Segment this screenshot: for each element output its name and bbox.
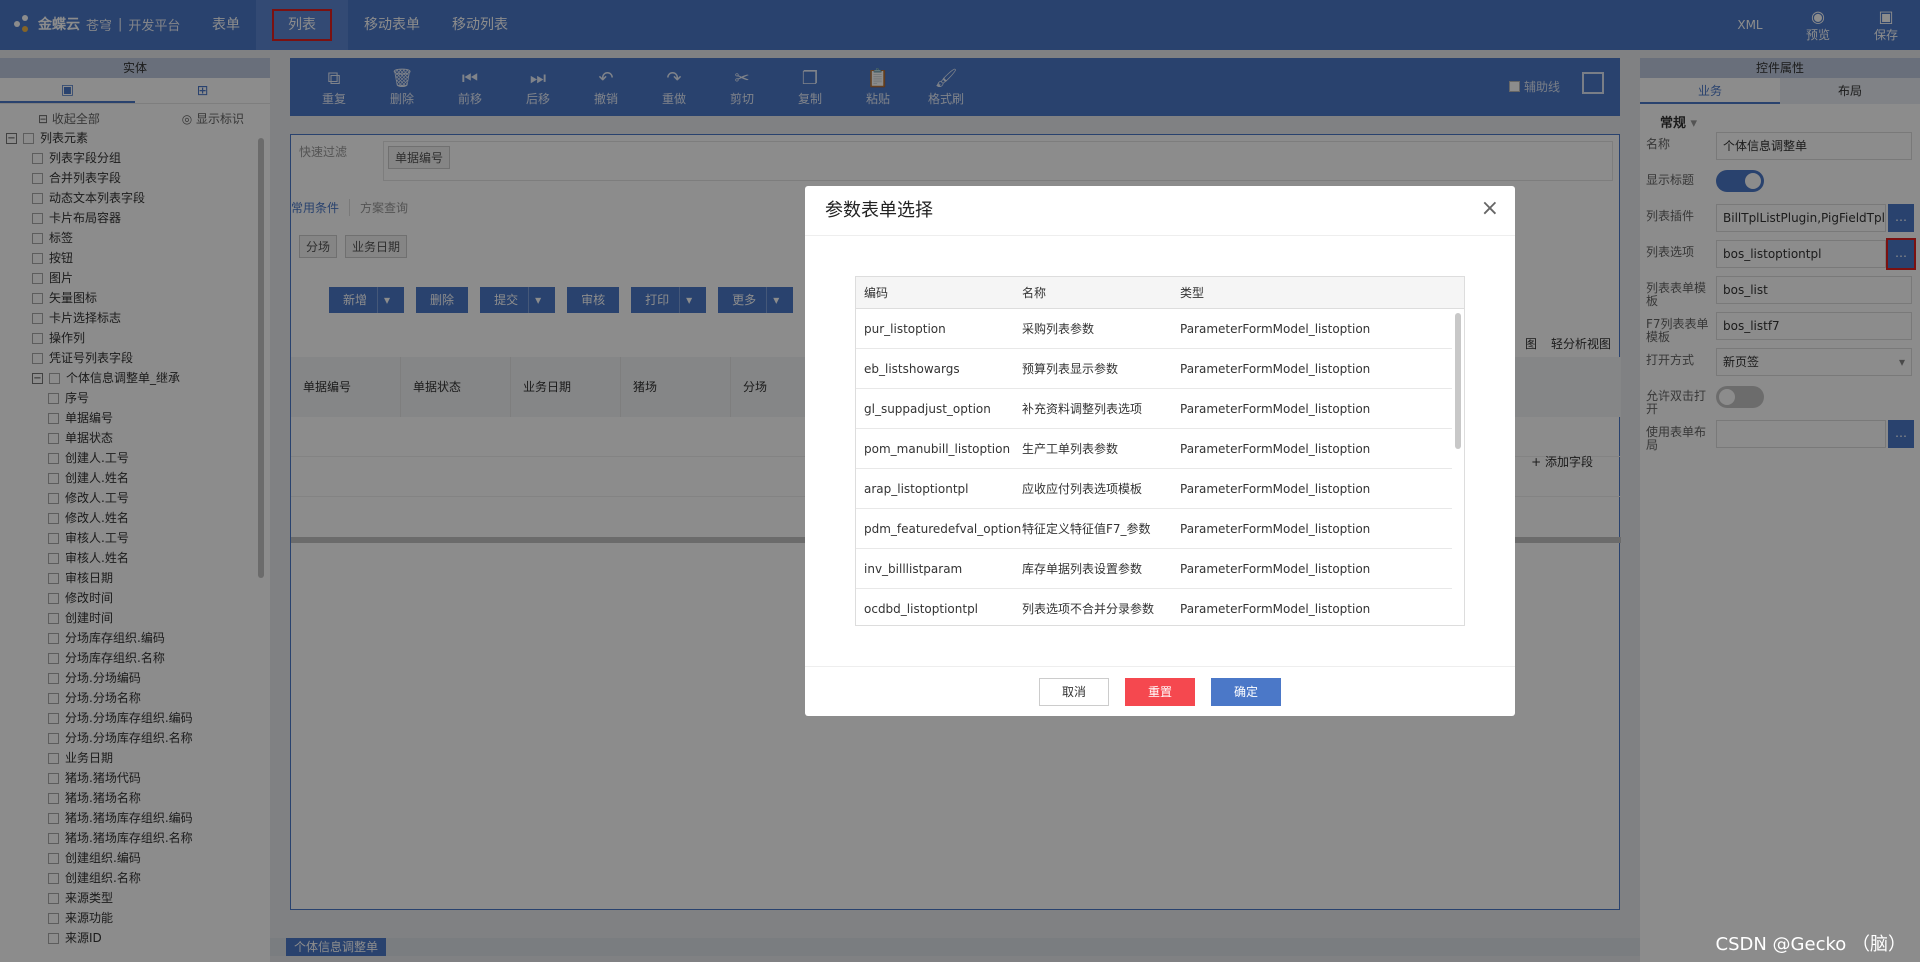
table-cell: ParameterFormModel_listoption	[1180, 602, 1371, 616]
table-row[interactable]: inv_billlistparam 库存单据列表设置参数 ParameterForm…	[856, 549, 1452, 589]
watermark: CSDN @Gecko （脑）	[1715, 934, 1906, 955]
table-row[interactable]: pur_listoption 采购列表参数 ParameterFormModel_l…	[856, 309, 1452, 349]
table-cell: ParameterFormModel_listoption	[1180, 442, 1371, 456]
table-cell: ParameterFormModel_listoption	[1180, 362, 1371, 376]
table-cell: 预算列表显示参数	[1022, 362, 1119, 376]
close-icon[interactable]: ×	[1481, 196, 1499, 221]
table-header: 编码 名称 类型	[856, 277, 1464, 309]
dialog-footer: 取消 重置 确定	[805, 666, 1515, 716]
table-cell: ocdbd_listoptiontpl	[864, 602, 979, 616]
table-cell: pom_manubill_listoption	[864, 442, 1011, 456]
table-row[interactable]: pom_manubill_listoption 生产工单列表参数 Parameter…	[856, 429, 1452, 469]
table-row[interactable]: eb_listshowargs 预算列表显示参数 ParameterFormMode…	[856, 349, 1452, 389]
table-cell: ParameterFormModel_listoption	[1180, 562, 1371, 576]
table-cell: pur_listoption	[864, 322, 946, 336]
table-cell: pdm_featuredefval_option	[864, 522, 1022, 536]
table-cell: eb_listshowargs	[864, 362, 960, 376]
table-cell: 应收应付列表选项模板	[1022, 482, 1143, 496]
table-cell: arap_listoptiontpl	[864, 482, 969, 496]
table-row[interactable]: arap_listoptiontpl 应收应付列表选项模板 ParameterFor…	[856, 469, 1452, 509]
confirm-button[interactable]: 确定	[1211, 677, 1281, 706]
col-type: 类型	[1180, 286, 1205, 300]
table-cell: 列表选项不合并分录参数	[1022, 602, 1155, 616]
col-name: 名称	[1022, 286, 1047, 300]
parameter-table: 编码 名称 类型 pur_listoption 采购列表参数 ParameterFo…	[855, 276, 1465, 626]
table-cell: 生产工单列表参数	[1022, 442, 1119, 456]
table-cell: 补充资料调整列表选项	[1022, 402, 1143, 416]
dialog-title: 参数表单选择	[805, 186, 1515, 236]
table-cell: inv_billlistparam	[864, 562, 963, 576]
table-scrollbar[interactable]	[1455, 313, 1461, 449]
table-cell: 库存单据列表设置参数	[1022, 562, 1143, 576]
parameter-form-dialog: 参数表单选择 × 编码 名称 类型 pur_listoption 采购列表参数 Pa…	[805, 186, 1515, 716]
table-row[interactable]: gl_suppadjust_option 补充资料调整列表选项 ParameterF…	[856, 389, 1452, 429]
table-row[interactable]: pdm_featuredefval_option 特征定义特征值F7_参数 Para…	[856, 509, 1452, 549]
table-row[interactable]: ocdbd_listoptiontpl 列表选项不合并分录参数 ParameterF…	[856, 589, 1452, 625]
table-cell: ParameterFormModel_listoption	[1180, 482, 1371, 496]
table-cell: ParameterFormModel_listoption	[1180, 522, 1371, 536]
table-cell: 采购列表参数	[1022, 322, 1095, 336]
reset-button[interactable]: 重置	[1125, 677, 1195, 706]
col-code: 编码	[864, 286, 889, 300]
table-cell: gl_suppadjust_option	[864, 402, 991, 416]
cancel-button[interactable]: 取消	[1039, 677, 1109, 706]
table-cell: 特征定义特征值F7_参数	[1022, 522, 1151, 536]
table-cell: ParameterFormModel_listoption	[1180, 402, 1371, 416]
table-cell: ParameterFormModel_listoption	[1180, 322, 1371, 336]
